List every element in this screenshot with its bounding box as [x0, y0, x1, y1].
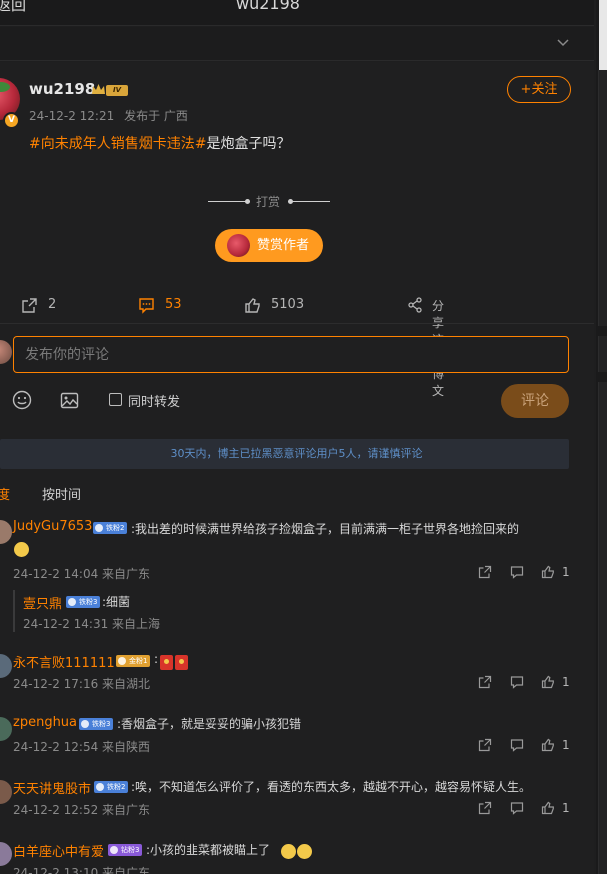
- divider-left: [208, 201, 250, 202]
- forward-checkbox-label[interactable]: 同时转发: [128, 391, 180, 410]
- comment-icon[interactable]: [510, 565, 524, 579]
- commenter-name[interactable]: zpenghua: [13, 715, 77, 730]
- page-title: wu2198: [236, 0, 300, 13]
- reward-button-label: 赞赏作者: [257, 238, 310, 253]
- comment-icon: [139, 298, 154, 314]
- red-packet-icon: [175, 655, 188, 670]
- top-bar: 返回 wu2198: [0, 0, 594, 26]
- divider-dot-left: [245, 199, 250, 204]
- post-text: 是炮盒子吗？: [206, 136, 291, 152]
- forward-icon[interactable]: [478, 675, 492, 689]
- level-badge: IV: [106, 85, 128, 96]
- fan-badge: 铁粉3: [79, 718, 114, 730]
- emoji-pair: [280, 841, 312, 860]
- author-name[interactable]: wu2198: [29, 80, 95, 98]
- reward-author-button[interactable]: 赞赏作者: [215, 229, 323, 262]
- commenter-name[interactable]: 天天讲鬼股市: [13, 778, 91, 797]
- comment-count: 53: [165, 297, 182, 312]
- comment-icon[interactable]: [510, 801, 524, 815]
- forward-icon[interactable]: [478, 565, 492, 579]
- comment-text: :小孩的韭菜都被瞄上了: [146, 843, 271, 857]
- comment-input[interactable]: [13, 336, 569, 373]
- emoji-icon[interactable]: [12, 390, 32, 410]
- forward-icon: [22, 298, 37, 313]
- back-button[interactable]: 返回: [0, 0, 26, 15]
- comment-meta: 24-12-2 12:54 来自陕西: [13, 740, 151, 754]
- reply-bar: [13, 590, 15, 632]
- thumbs-up-icon[interactable]: [541, 801, 555, 815]
- comment-meta: 24-12-2 17:16 来自湖北: [13, 677, 151, 691]
- divider-right: [288, 201, 330, 202]
- hashtag-link[interactable]: #向未成年人销售烟卡违法#: [29, 136, 206, 152]
- like-count: 1: [562, 738, 570, 752]
- chevron-down-icon[interactable]: [556, 35, 570, 49]
- thumbs-up-icon: [245, 298, 260, 313]
- like-count: 1: [562, 675, 570, 689]
- comment-meta: 24-12-2 14:04 来自广东: [13, 567, 151, 581]
- post-time[interactable]: 24-12-2 12:21: [29, 109, 114, 123]
- comment-icon[interactable]: [510, 675, 524, 689]
- image-icon[interactable]: [60, 391, 79, 410]
- thumbs-up-icon[interactable]: [541, 738, 555, 752]
- forward-checkbox[interactable]: [109, 393, 122, 406]
- fan-badge: 铁粉3: [66, 596, 101, 608]
- laughing-emoji-icon: [14, 542, 29, 557]
- comment-text: :香烟盒子，就是妥妥的骗小孩犯错: [117, 717, 302, 731]
- post-meta: 24-12-2 12:21 发布于 广西: [29, 107, 194, 124]
- fan-badge: 铁粉2: [93, 522, 128, 534]
- reward-divider-label: 打赏: [256, 195, 281, 209]
- shy-emoji-icon: [297, 844, 312, 859]
- forward-icon[interactable]: [478, 801, 492, 815]
- commenter-name[interactable]: 永不言败111111: [13, 652, 115, 671]
- like-count: 1: [562, 801, 570, 815]
- post-body: #向未成年人销售烟卡违法#是炮盒子吗？: [29, 133, 290, 153]
- red-packet-emoji: [158, 652, 188, 671]
- red-packet-icon: [160, 655, 173, 670]
- verified-badge: V: [3, 112, 20, 129]
- forward-count: 2: [48, 297, 57, 312]
- divider: [0, 323, 594, 324]
- right-panel-edge: [596, 0, 607, 874]
- reward-avatar: [227, 234, 250, 257]
- commenter-name[interactable]: 白羊座心中有爱: [13, 841, 104, 860]
- post-location: 发布于 广西: [124, 109, 188, 123]
- sort-by-time-tab[interactable]: 按时间: [42, 484, 81, 503]
- reply-user[interactable]: 壹只鼎: [23, 593, 62, 612]
- commenter-name[interactable]: JudyGu7653: [13, 519, 92, 534]
- share-icon: [408, 297, 422, 313]
- comment-text: :唉，不知道怎么评价了，看透的东西太多，越越不开心，越容易怀疑人生。: [131, 780, 532, 794]
- blocklist-notice: 30天内，博主已拉黑恶意评论用户5人，请谨慎评论: [0, 439, 569, 469]
- sort-by-hot-tab[interactable]: 度: [0, 484, 10, 503]
- thumbs-up-icon[interactable]: [541, 565, 555, 579]
- like-count: 1: [562, 565, 570, 579]
- fan-badge: 钻粉3: [108, 844, 143, 856]
- submit-comment-button[interactable]: 评论: [501, 384, 569, 418]
- fan-badge: 铁粉2: [94, 781, 129, 793]
- collapse-row: [0, 27, 594, 61]
- shy-emoji-icon: [281, 844, 296, 859]
- fan-badge: 金粉1: [116, 655, 151, 667]
- thumbs-up-icon[interactable]: [541, 675, 555, 689]
- comment-meta: 24-12-2 12:52 来自广东: [13, 803, 151, 817]
- comment-meta: 24-12-2 13:10 来自广东: [13, 866, 151, 874]
- like-count: 5103: [271, 297, 305, 312]
- follow-button[interactable]: +关注: [507, 76, 571, 103]
- crown-icon: [92, 84, 105, 94]
- comment-text: :我出差的时候满世界给孩子捡烟盒子，目前满满一柜子世界各地捡回来的: [131, 522, 520, 536]
- reply-meta: 24-12-2 14:31 来自上海: [23, 617, 161, 631]
- forward-icon[interactable]: [478, 738, 492, 752]
- comment-icon[interactable]: [510, 738, 524, 752]
- reply-text: :细菌: [102, 595, 131, 609]
